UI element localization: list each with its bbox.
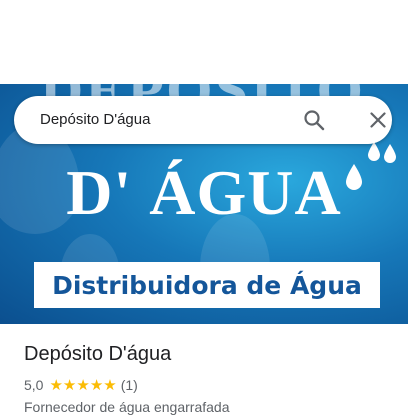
place-title[interactable]: Depósito D'água bbox=[24, 340, 394, 368]
close-icon[interactable] bbox=[366, 108, 390, 132]
rating-value: 5,0 bbox=[24, 377, 44, 393]
star-icon: ★ bbox=[76, 376, 90, 394]
star-icon: ★ bbox=[103, 376, 117, 394]
star-icon: ★ bbox=[49, 376, 63, 394]
rating-row[interactable]: 5,0 ★ ★ ★ ★ ★ (1) bbox=[24, 376, 394, 394]
map-top-area bbox=[0, 0, 408, 84]
star-icon: ★ bbox=[62, 376, 77, 394]
star-icon: ★ bbox=[89, 376, 104, 394]
search-icon[interactable] bbox=[302, 108, 326, 132]
photo-banner-text: Distribuidora de Água bbox=[52, 270, 362, 300]
photo-banner: Distribuidora de Água bbox=[34, 262, 380, 308]
review-count[interactable]: (1) bbox=[121, 377, 138, 393]
search-input[interactable]: Depósito D'água bbox=[40, 96, 150, 144]
search-bar[interactable]: Depósito D'água bbox=[14, 96, 392, 144]
place-info: Depósito D'água 5,0 ★ ★ ★ ★ ★ (1) Fornec… bbox=[24, 340, 394, 416]
water-drop-icon bbox=[346, 142, 396, 190]
rating-stars: ★ ★ ★ ★ ★ bbox=[49, 378, 116, 393]
place-category: Fornecedor de água engarrafada bbox=[24, 399, 230, 415]
